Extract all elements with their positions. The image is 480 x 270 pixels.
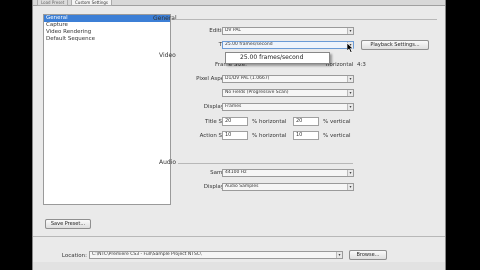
timebase-dropdown[interactable]: 25.00 frames/second ▾: [222, 41, 354, 49]
audio-divider: [178, 163, 353, 164]
chevron-down-icon: ▾: [347, 104, 353, 110]
action-safe-vertical-suffix: % vertical: [323, 133, 351, 139]
audio-section-title: Audio: [159, 159, 177, 166]
editing-mode-dropdown[interactable]: DV PAL ▾: [222, 27, 354, 35]
bottom-divider: [33, 236, 445, 237]
save-preset-button[interactable]: Save Preset...: [45, 219, 91, 229]
tab-bar: Load Preset Custom Settings: [33, 0, 445, 6]
browse-button[interactable]: Browse...: [349, 250, 387, 260]
editing-mode-value: DV PAL: [225, 28, 241, 33]
action-safe-vertical-input[interactable]: 10: [293, 131, 319, 140]
chevron-down-icon: ▾: [347, 28, 353, 34]
playback-settings-button[interactable]: Playback Settings...: [361, 40, 429, 50]
general-section-title: General: [153, 15, 177, 22]
audio-display-format-dropdown[interactable]: Audio Samples ▾: [222, 183, 354, 191]
category-general[interactable]: General: [44, 15, 170, 22]
location-dropdown[interactable]: C:\NTC\Premiere CS3 - Full\Sample Projec…: [89, 251, 343, 259]
fields-value: No Fields (Progressive Scan): [225, 90, 289, 95]
screen: Load Preset Custom Settings General Capt…: [0, 0, 480, 270]
sample-rate-dropdown[interactable]: 44100 Hz ▾: [222, 169, 354, 177]
category-video-rendering[interactable]: Video Rendering: [44, 29, 170, 36]
title-safe-vertical-input[interactable]: 20: [293, 117, 319, 126]
video-display-format-value: Frames: [225, 104, 242, 109]
sample-rate-value: 44100 Hz: [225, 170, 247, 175]
action-safe-horizontal-input[interactable]: 10: [222, 131, 248, 140]
frame-size-aspect: 4:3: [357, 62, 366, 68]
bottom-strip: [33, 262, 445, 270]
mouse-cursor-icon: [347, 43, 354, 53]
category-default-sequence[interactable]: Default Sequence: [44, 36, 170, 43]
pixel-aspect-ratio-value: D1/DV PAL (1.0667): [225, 76, 270, 81]
category-list[interactable]: General Capture Video Rendering Default …: [43, 14, 171, 205]
location-label: Location:: [61, 253, 87, 259]
project-settings-dialog: Load Preset Custom Settings General Capt…: [32, 0, 446, 270]
chevron-down-icon: ▾: [347, 170, 353, 176]
video-display-format-dropdown[interactable]: Frames ▾: [222, 103, 354, 111]
chevron-down-icon: ▾: [347, 184, 353, 190]
chevron-down-icon: ▾: [336, 252, 342, 258]
chevron-down-icon: ▾: [347, 76, 353, 82]
action-safe-horizontal-suffix: % horizontal: [252, 133, 287, 139]
general-divider: [175, 19, 437, 20]
category-capture[interactable]: Capture: [44, 22, 170, 29]
video-section-title: Video: [159, 52, 176, 59]
tab-custom-settings[interactable]: Custom Settings: [71, 0, 113, 6]
tab-load-preset[interactable]: Load Preset: [37, 0, 69, 6]
timebase-value: 25.00 frames/second: [225, 42, 273, 47]
fields-dropdown[interactable]: No Fields (Progressive Scan) ▾: [222, 89, 354, 97]
pixel-aspect-ratio-dropdown[interactable]: D1/DV PAL (1.0667) ▾: [222, 75, 354, 83]
title-safe-horizontal-input[interactable]: 20: [222, 117, 248, 126]
title-safe-vertical-suffix: % vertical: [323, 119, 351, 125]
timebase-popup-option[interactable]: 25.00 frames/second: [225, 52, 330, 64]
location-value: C:\NTC\Premiere CS3 - Full\Sample Projec…: [92, 252, 202, 257]
chevron-down-icon: ▾: [347, 90, 353, 96]
frame-size-horizontal-suffix: horizontal: [326, 62, 354, 68]
title-safe-horizontal-suffix: % horizontal: [252, 119, 287, 125]
audio-display-format-value: Audio Samples: [225, 184, 259, 189]
